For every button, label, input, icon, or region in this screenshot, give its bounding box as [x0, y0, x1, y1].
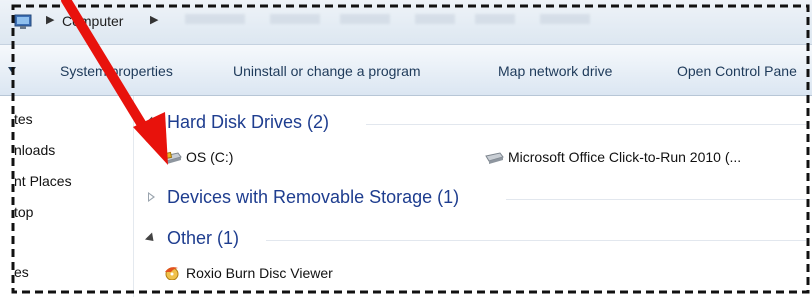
group-header-hard-disk-drives[interactable]: Hard Disk Drives (2)	[144, 112, 806, 134]
hard-drive-icon	[485, 152, 504, 164]
group-title: Other (1)	[167, 228, 240, 248]
open-control-panel-button[interactable]: Open Control Pane	[677, 63, 797, 79]
drive-os-c[interactable]: OS (C:)	[162, 148, 262, 168]
address-bar: ▶ Computer ▶	[0, 0, 812, 45]
hard-drive-icon	[163, 151, 182, 164]
navigation-pane: tes nloads nt Places top es	[0, 96, 134, 297]
drive-office-click-to-run[interactable]: Microsoft Office Click-to-Run 2010 (...	[484, 148, 804, 168]
sidebar-item-downloads[interactable]: nloads	[14, 142, 55, 158]
divider	[366, 124, 806, 125]
command-bar: System properties Uninstall or change a …	[0, 45, 812, 96]
roxio-burn-disc-viewer[interactable]: Roxio Burn Disc Viewer	[162, 264, 382, 284]
faded-region	[475, 14, 515, 24]
faded-region	[340, 14, 390, 24]
group-header-removable-storage[interactable]: Devices with Removable Storage (1)	[144, 187, 806, 209]
computer-icon[interactable]	[14, 14, 38, 30]
sidebar-item-desktop[interactable]: top	[14, 204, 33, 220]
organize-dropdown-icon[interactable]	[8, 67, 16, 73]
map-network-drive-button[interactable]: Map network drive	[498, 63, 612, 79]
expanded-triangle-icon[interactable]	[144, 116, 158, 129]
breadcrumb-computer[interactable]: Computer	[62, 13, 123, 29]
group-title: Hard Disk Drives (2)	[167, 112, 330, 132]
sidebar-item-recent-places[interactable]: nt Places	[14, 173, 72, 189]
faded-region	[270, 14, 320, 24]
breadcrumb-arrow-icon[interactable]: ▶	[46, 13, 54, 26]
group-header-other[interactable]: Other (1)	[144, 228, 806, 250]
uninstall-program-button[interactable]: Uninstall or change a program	[233, 63, 421, 79]
breadcrumb-arrow-icon[interactable]: ▶	[150, 13, 158, 26]
faded-region	[185, 14, 245, 24]
collapsed-triangle-icon[interactable]	[148, 192, 155, 202]
sidebar-item-favorites[interactable]: tes	[14, 111, 33, 127]
group-title: Devices with Removable Storage (1)	[167, 187, 460, 207]
divider	[506, 199, 806, 200]
divider	[266, 240, 806, 241]
expanded-triangle-icon[interactable]	[144, 232, 158, 245]
faded-region	[540, 14, 590, 24]
sidebar-item-libraries[interactable]: es	[14, 264, 29, 280]
content-pane: Hard Disk Drives (2) OS (C:) Microsoft O…	[134, 96, 812, 297]
burn-disc-icon	[165, 267, 179, 280]
system-properties-button[interactable]: System properties	[60, 63, 173, 79]
faded-region	[415, 14, 455, 24]
